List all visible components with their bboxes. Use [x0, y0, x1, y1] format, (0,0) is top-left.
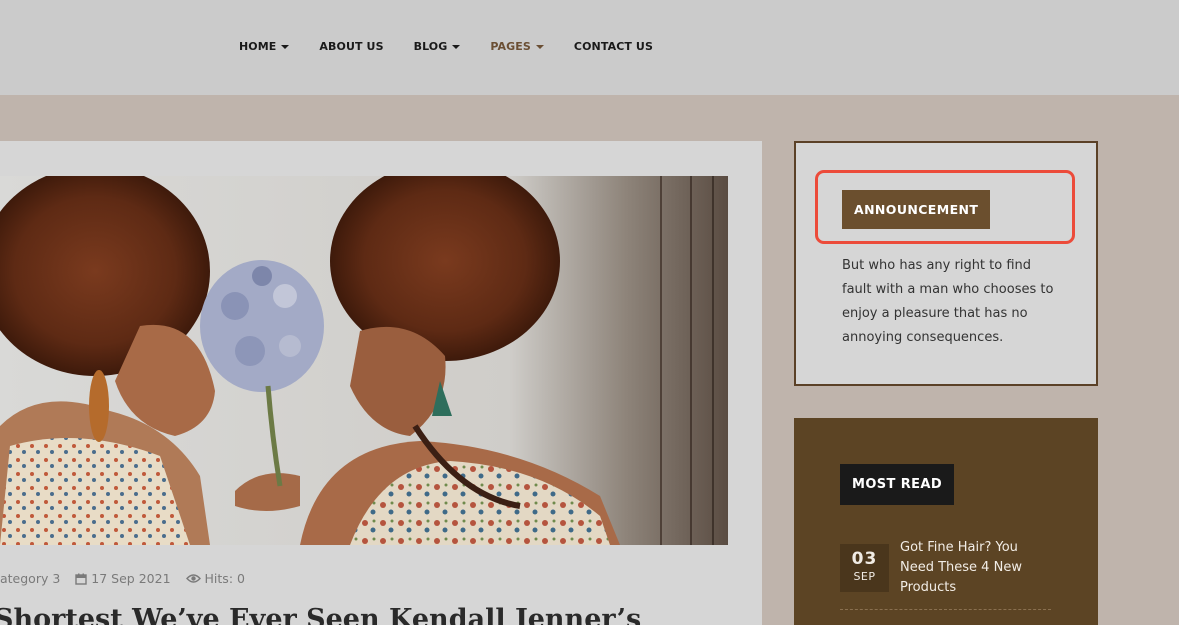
announcement-button[interactable]: ANNOUNCEMENT: [842, 190, 991, 229]
article-date-text: 17 Sep 2021: [91, 571, 171, 586]
nav-label: PAGES: [490, 40, 531, 53]
post-date-badge: 03 SEP: [840, 544, 889, 592]
nav-label: ABOUT US: [319, 40, 384, 53]
nav-label: CONTACT US: [573, 40, 653, 53]
main-nav: HOME ABOUT US BLOG PAGES CONTACT US: [239, 40, 683, 53]
nav-item-blog[interactable]: BLOG: [414, 40, 461, 53]
article-category[interactable]: ategory 3: [0, 571, 60, 586]
nav-item-about-us[interactable]: ABOUT US: [319, 40, 383, 53]
article-meta: ategory 3 17 Sep 2021 Hits: 0: [0, 571, 260, 586]
caret-down-icon: [281, 44, 290, 49]
nav-label: HOME: [239, 40, 277, 53]
article-card: ategory 3 17 Sep 2021 Hits: 0 Shortest W…: [0, 141, 762, 625]
article-hero-image[interactable]: [0, 176, 728, 545]
post-date-month: SEP: [853, 570, 876, 583]
nav-item-home[interactable]: HOME: [239, 40, 290, 53]
eye-icon: [185, 574, 201, 583]
article-date: 17 Sep 2021: [75, 571, 171, 586]
nav-label: BLOG: [413, 40, 448, 53]
calendar-icon: [75, 573, 87, 585]
caret-down-icon: [535, 44, 544, 49]
announcement-text: But who has any right to find fault with…: [842, 258, 1054, 345]
post-divider: [840, 609, 1051, 610]
most-read-post-link[interactable]: Got Fine Hair? You Need These 4 New Prod…: [900, 538, 1050, 598]
caret-down-icon: [452, 44, 461, 49]
article-hits-text: Hits: 0: [204, 571, 245, 586]
nav-item-pages[interactable]: PAGES: [490, 40, 544, 53]
site-header: HOME ABOUT US BLOG PAGES CONTACT US: [0, 0, 1179, 95]
article-hits: Hits: 0: [185, 571, 245, 586]
article-title[interactable]: Shortest We’ve Ever Seen Kendall Jenner’…: [0, 604, 734, 625]
nav-item-contact-us[interactable]: CONTACT US: [574, 40, 653, 53]
most-read-heading: MOST READ: [840, 464, 955, 505]
post-date-day: 03: [851, 549, 878, 569]
hero-photo: [0, 176, 728, 545]
